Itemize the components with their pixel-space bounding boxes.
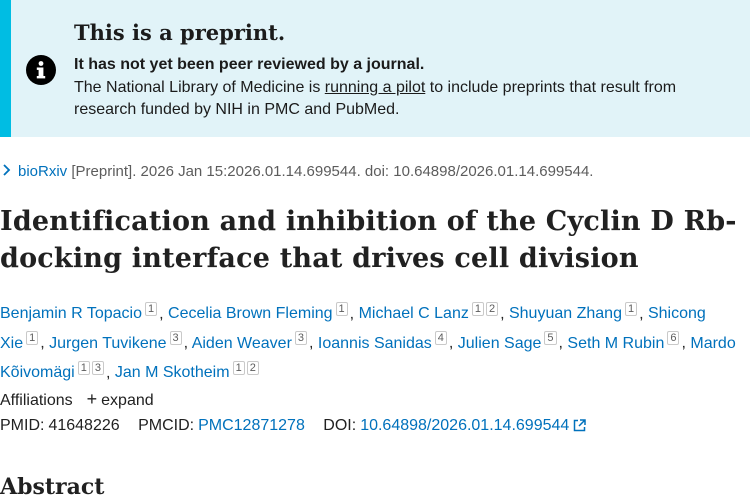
abstract-heading: Abstract <box>0 474 105 500</box>
affiliation-ref[interactable]: 1 <box>471 302 484 316</box>
affiliation-ref[interactable]: 5 <box>544 331 557 346</box>
affiliation-refs: 13 <box>77 360 106 375</box>
affiliation-refs: 6 <box>667 331 681 346</box>
article-title: Identification and inhibition of the Cyc… <box>0 206 737 274</box>
affiliation-refs: 1 <box>624 302 639 316</box>
affiliation-ref[interactable]: 1 <box>77 360 90 375</box>
affiliation-refs: 5 <box>544 331 558 346</box>
journal-link[interactable]: bioRxiv <box>18 163 67 180</box>
author-name-link[interactable]: Ioannis Sanidas <box>318 335 432 352</box>
author-entry: Cecelia Brown Fleming 1 <box>168 302 350 322</box>
plus-icon: + <box>86 389 98 409</box>
pmid-label: PMID: <box>0 417 45 434</box>
affiliation-ref[interactable]: 1 <box>145 302 158 316</box>
affiliation-refs: 12 <box>232 360 261 375</box>
author-entry: Shuyuan Zhang 1 <box>509 302 639 322</box>
banner-body-text: The National Library of Medicine is <box>74 79 325 96</box>
expand-label[interactable]: expand <box>101 392 154 409</box>
info-icon <box>26 55 56 85</box>
affiliations-toggle[interactable]: Affiliations + expand <box>0 389 154 410</box>
author-entry: Julien Sage 5 <box>458 331 559 352</box>
banner-title: This is a preprint. <box>74 20 286 45</box>
author-name-link[interactable]: Jan M Skotheim <box>115 364 230 381</box>
affiliation-ref[interactable]: 1 <box>335 302 348 316</box>
affiliation-ref[interactable]: 4 <box>434 331 447 346</box>
affiliation-refs: 1 <box>335 302 350 316</box>
affiliation-refs: 1 <box>145 302 159 316</box>
affiliation-ref[interactable]: 2 <box>246 360 259 375</box>
affiliation-ref[interactable]: 3 <box>294 331 308 346</box>
citation-line: bioRxiv [Preprint]. 2026 Jan 15:2026.01.… <box>0 163 593 180</box>
banner-subtitle: It has not yet been peer reviewed by a j… <box>74 56 425 73</box>
affiliation-ref[interactable]: 3 <box>169 331 182 346</box>
author-entry: Benjamin R Topacio 1 <box>0 302 159 322</box>
author-name-link[interactable]: Jurgen Tuvikene <box>49 335 166 352</box>
external-link-icon[interactable] <box>573 419 587 432</box>
article-identifiers: PMID: 41648226 PMCID: PMC12871278 DOI: 10.6… <box>0 417 587 435</box>
banner-body: The National Library of Medicine is runn… <box>74 77 734 121</box>
author-name-link[interactable]: Shuyuan Zhang <box>509 305 622 322</box>
affiliation-ref[interactable]: 1 <box>624 302 638 316</box>
author-entry: Ioannis Sanidas 4 <box>318 331 449 352</box>
affiliation-refs: 4 <box>434 331 449 346</box>
citation-details: [Preprint]. 2026 Jan 15:2026.01.14.69954… <box>67 163 594 180</box>
affiliation-ref[interactable]: 2 <box>485 302 499 316</box>
affiliation-refs: 3 <box>294 331 309 346</box>
affiliation-refs: 1 <box>26 331 40 346</box>
running-pilot-link[interactable]: running a pilot <box>325 79 426 96</box>
affiliation-refs: 12 <box>471 302 500 316</box>
preprint-banner: This is a preprint. It has not yet been … <box>0 0 750 137</box>
banner-accent-bar <box>0 0 11 137</box>
author-name-link[interactable]: Julien Sage <box>458 335 542 352</box>
author-name-link[interactable]: Seth M Rubin <box>567 335 664 352</box>
affiliation-ref[interactable]: 1 <box>26 331 39 346</box>
affiliation-ref[interactable]: 3 <box>91 360 104 375</box>
author-entry: Michael C Lanz 1 2 <box>359 302 501 322</box>
author-name-link[interactable]: Cecelia Brown Fleming <box>168 305 333 322</box>
author-name-link[interactable]: Aiden Weaver <box>192 335 292 352</box>
affiliations-label: Affiliations <box>0 392 73 409</box>
pmcid-link[interactable]: PMC12871278 <box>198 417 305 434</box>
pmcid-label: PMCID: <box>138 417 195 434</box>
author-entry: Seth M Rubin 6 <box>567 331 681 352</box>
author-list: Benjamin R Topacio 1, Cecelia Brown Flemi… <box>0 302 736 381</box>
doi-link[interactable]: 10.64898/2026.01.14.699544 <box>360 417 569 434</box>
author-entry: Aiden Weaver 3 <box>192 331 309 352</box>
affiliation-refs: 3 <box>169 331 184 346</box>
author-name-link[interactable]: Michael C Lanz <box>359 305 469 322</box>
affiliation-ref[interactable]: 6 <box>667 331 680 346</box>
affiliation-ref[interactable]: 1 <box>232 360 245 375</box>
pmid-value: 41648226 <box>48 417 120 434</box>
author-entry: Jurgen Tuvikene 3 <box>49 331 184 352</box>
doi-label: DOI: <box>323 417 357 434</box>
author-name-link[interactable]: Benjamin R Topacio <box>0 305 142 322</box>
author-entry: Jan M Skotheim 1 2 <box>115 360 261 381</box>
chevron-right-icon[interactable] <box>2 163 16 180</box>
